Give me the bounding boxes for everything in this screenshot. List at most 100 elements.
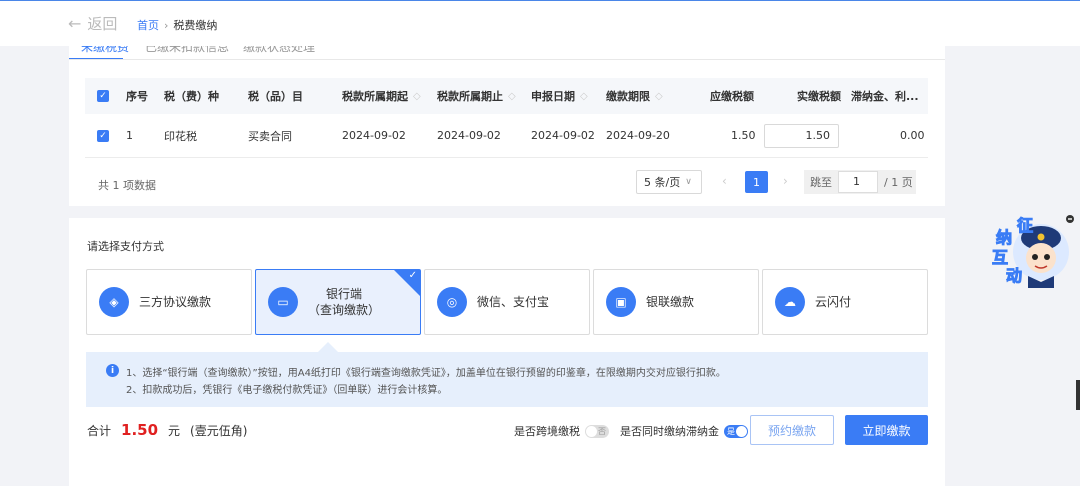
chevron-down-icon: ∨ (685, 177, 692, 187)
total-pages: / 1 页 (884, 176, 913, 189)
info-icon: i (106, 364, 119, 377)
col-deadline[interactable]: 缴款期限 ◇ (606, 78, 663, 114)
toggle-knob (586, 425, 597, 437)
check-icon: ✓ (408, 270, 417, 281)
cell-tax-item: 买卖合同 (248, 129, 292, 143)
back-button[interactable]: ← 返回 (68, 13, 117, 34)
cell-index: 1 (126, 129, 133, 142)
row-checkbox[interactable]: ✓ (97, 129, 109, 142)
col-due-amount: 应缴税额 (710, 90, 754, 103)
sort-icon[interactable]: ◇ (413, 91, 421, 102)
agreement-icon: ◈ (99, 287, 129, 317)
late-fee-label: 是否同时缴纳滞纳金 (620, 425, 719, 438)
method-bank-query[interactable]: ▭ 银行端 （查询缴款） ✓ (255, 269, 421, 335)
col-index: 序号 (126, 90, 148, 103)
interaction-mascot[interactable]: 征 纳 互 动 (984, 210, 1074, 288)
tab-paid-not-deducted[interactable]: 已缴未扣款信息 (145, 46, 229, 55)
col-declare-date[interactable]: 申报日期 ◇ (531, 78, 588, 114)
method-tripartite-agreement[interactable]: ◈ 三方协议缴款 (86, 269, 252, 335)
tax-table-card: 未缴税费 已缴未扣款信息 缴款状态处理 ✓ 序号 税（费）种 税（品）目 税款所… (69, 46, 945, 206)
method-unionpay[interactable]: ▣ 银联缴款 (593, 269, 759, 335)
late-fee-option: 是否同时缴纳滞纳金 是 (620, 423, 748, 439)
col-period-start-label: 税款所属期起 (342, 90, 408, 103)
paid-amount-input[interactable]: 1.50 (764, 123, 839, 148)
col-tax-item: 税（品）目 (248, 90, 303, 103)
cell-period-start: 2024-09-02 (342, 129, 406, 142)
page-1-button[interactable]: 1 (745, 171, 768, 193)
total-amount: 1.50 (121, 421, 159, 439)
method-label: 银行端 （查询缴款） (308, 287, 381, 317)
method-wechat-alipay[interactable]: ◎ 微信、支付宝 (424, 269, 590, 335)
table-row: ✓ 1 印花税 买卖合同 2024-09-02 2024-09-02 2024-… (85, 114, 928, 158)
arrow-left-icon: ← (68, 14, 82, 33)
cross-region-toggle[interactable]: 否 (585, 424, 609, 438)
cell-late-fee: 0.00 (900, 129, 925, 142)
col-tax-type: 税（费）种 (164, 90, 219, 103)
reserve-payment-button[interactable]: 预约缴款 (750, 415, 834, 445)
method-label: 银联缴款 (646, 295, 695, 309)
top-bar: ← 返回 首页 › 税费缴纳 (0, 0, 1080, 46)
breadcrumb: 首页 › 税费缴纳 (137, 17, 217, 33)
mascot-text-4: 动 (1005, 266, 1023, 286)
page-size-select[interactable]: 5 条/页 ∨ (636, 170, 702, 194)
total-summary: 合计 1.50 元 (壹元伍角) (87, 421, 247, 439)
cloud-pay-icon: ☁ (775, 287, 805, 317)
notice-line-1: 1、选择“银行端（查询缴款）”按钮，用A4纸打印《银行端查询缴款凭证》，加盖单位… (126, 368, 726, 379)
jump-input[interactable]: 1 (838, 171, 878, 193)
breadcrumb-home[interactable]: 首页 (137, 17, 159, 33)
sort-icon[interactable]: ◇ (655, 91, 663, 102)
jump-label: 跳至 (810, 176, 832, 189)
method-label: 三方协议缴款 (139, 295, 212, 309)
cell-due-amount: 1.50 (731, 129, 756, 142)
prev-page-button[interactable]: ‹ (722, 174, 727, 188)
col-period-start[interactable]: 税款所属期起 ◇ (342, 78, 421, 114)
method-label: 云闪付 (815, 295, 852, 309)
payment-notice: i 1、选择“银行端（查询缴款）”按钮，用A4纸打印《银行端查询缴款凭证》，加盖… (86, 352, 928, 407)
method-cloud-pay[interactable]: ☁ 云闪付 (762, 269, 928, 335)
cross-region-option: 是否跨境缴税 否 (514, 423, 609, 439)
payment-methods: ◈ 三方协议缴款 ▭ 银行端 （查询缴款） ✓ ◎ 微信、支付宝 ▣ 银联缴款 … (86, 269, 928, 335)
col-deadline-label: 缴款期限 (606, 90, 650, 103)
col-period-end[interactable]: 税款所属期止 ◇ (437, 78, 516, 114)
select-all-checkbox[interactable]: ✓ (97, 90, 109, 102)
payment-card: 请选择支付方式 ◈ 三方协议缴款 ▭ 银行端 （查询缴款） ✓ ◎ 微信、支付宝… (69, 218, 945, 486)
active-tab-indicator (69, 58, 123, 59)
pay-now-button[interactable]: 立即缴款 (845, 415, 928, 445)
cell-period-end: 2024-09-02 (437, 129, 501, 142)
total-records: 共 1 项数据 (98, 179, 156, 192)
next-page-button[interactable]: › (783, 174, 788, 188)
tab-bar: 未缴税费 已缴未扣款信息 缴款状态处理 (69, 46, 945, 60)
method-label: 微信、支付宝 (477, 295, 550, 309)
tab-unpaid[interactable]: 未缴税费 (81, 46, 129, 55)
col-period-end-label: 税款所属期止 (437, 90, 503, 103)
amount-in-words: (壹元伍角) (190, 424, 248, 438)
page-jump: 跳至 1 / 1 页 (804, 170, 916, 194)
breadcrumb-separator: › (164, 18, 169, 32)
total-label: 合计 (87, 424, 112, 438)
sort-icon[interactable]: ◇ (508, 91, 516, 102)
breadcrumb-current: 税费缴纳 (173, 19, 218, 32)
late-fee-toggle[interactable]: 是 (724, 424, 748, 438)
toggle-knob (736, 425, 747, 437)
page-size-value: 5 条/页 (644, 176, 681, 189)
cell-declare-date: 2024-09-02 (531, 129, 595, 142)
tab-payment-status[interactable]: 缴款状态处理 (243, 46, 315, 55)
mascot-text-1: 征 (1016, 216, 1034, 236)
scroll-indicator[interactable] (1076, 380, 1080, 410)
col-paid-amount: 实缴税额 (797, 90, 841, 103)
notice-line-2: 2、扣款成功后，凭银行《电子缴税付款凭证》（回单联）进行会计核算。 (126, 385, 448, 396)
toggle-text: 否 (598, 426, 606, 436)
bank-card-icon: ▭ (268, 287, 298, 317)
cell-deadline: 2024-09-20 (606, 129, 670, 142)
table-header: ✓ 序号 税（费）种 税（品）目 税款所属期起 ◇ 税款所属期止 ◇ 申报日期 ◇ 缴… (85, 78, 928, 114)
currency-unit: 元 (168, 424, 181, 438)
sort-icon[interactable]: ◇ (580, 91, 588, 102)
col-late-fee: 滞纳金、利... (851, 90, 919, 103)
col-declare-date-label: 申报日期 (531, 90, 575, 103)
payment-method-title: 请选择支付方式 (87, 240, 164, 253)
toggle-text: 是 (727, 426, 735, 436)
cross-region-label: 是否跨境缴税 (514, 425, 580, 438)
wechat-alipay-icon: ◎ (437, 287, 467, 317)
cell-tax-type: 印花税 (164, 129, 197, 143)
unionpay-icon: ▣ (606, 287, 636, 317)
